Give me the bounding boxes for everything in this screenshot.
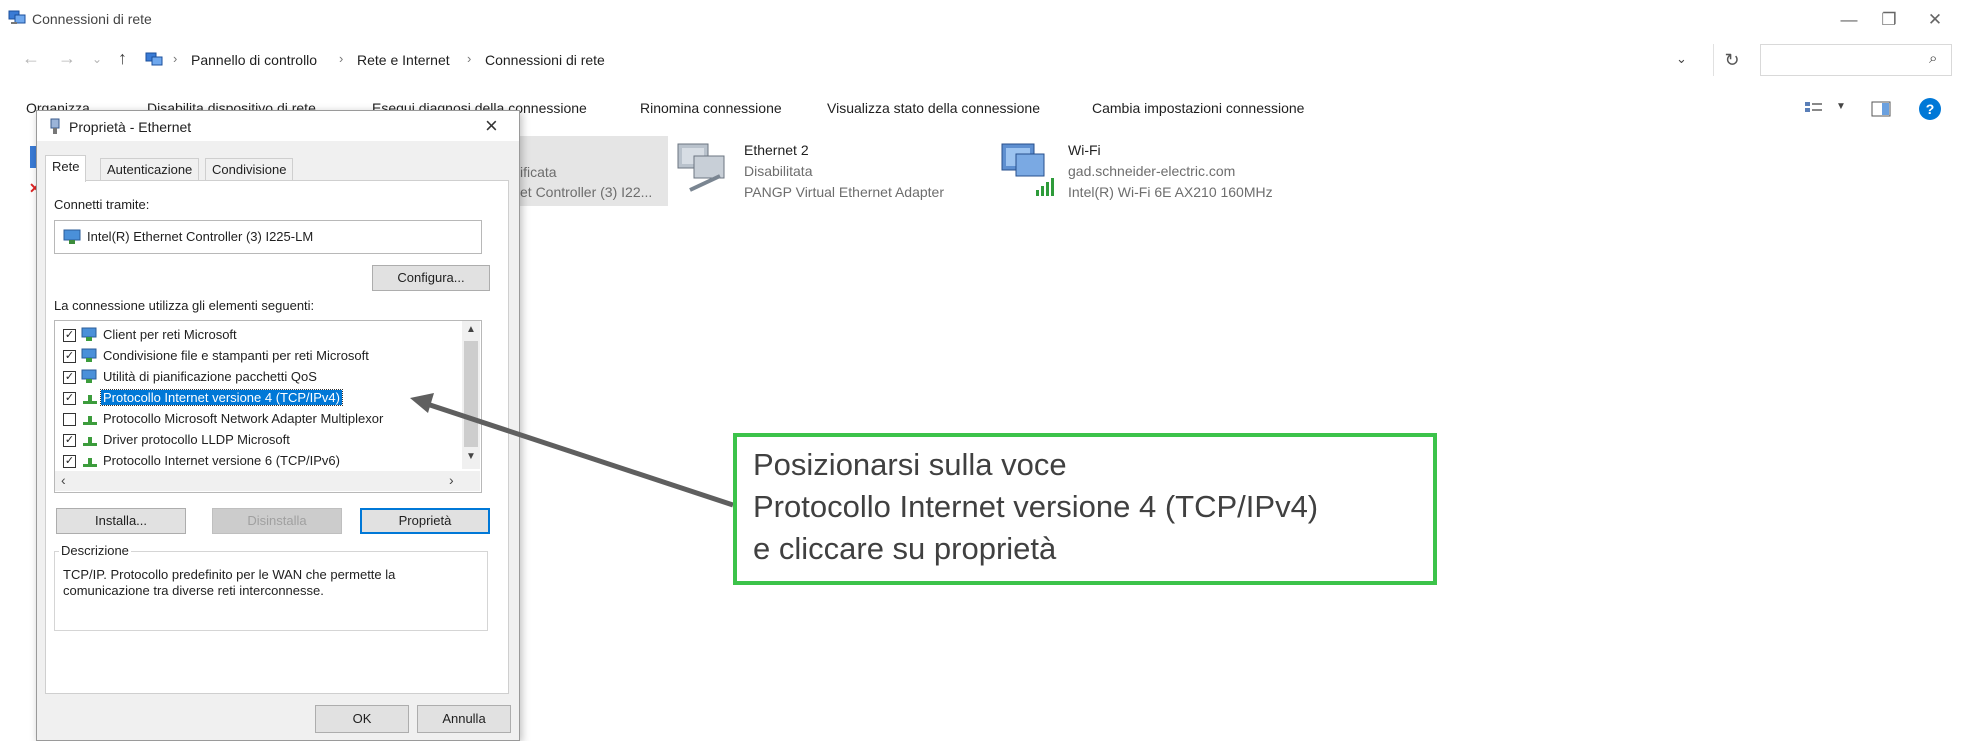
annotation-arrow-layer — [410, 393, 734, 508]
annotation-arrow-line — [423, 400, 734, 508]
instruction-callout: Posizionarsi sulla voce Protocollo Inter… — [733, 433, 1437, 585]
callout-line1: Posizionarsi sulla voce — [753, 447, 1067, 482]
tab-network[interactable]: Rete — [45, 155, 87, 182]
annotation-arrow-head — [410, 393, 434, 413]
callout-line3: e cliccare su proprietà — [753, 531, 1057, 566]
callout-line2: Protocollo Internet versione 4 (TCP/IPv4… — [753, 489, 1319, 524]
